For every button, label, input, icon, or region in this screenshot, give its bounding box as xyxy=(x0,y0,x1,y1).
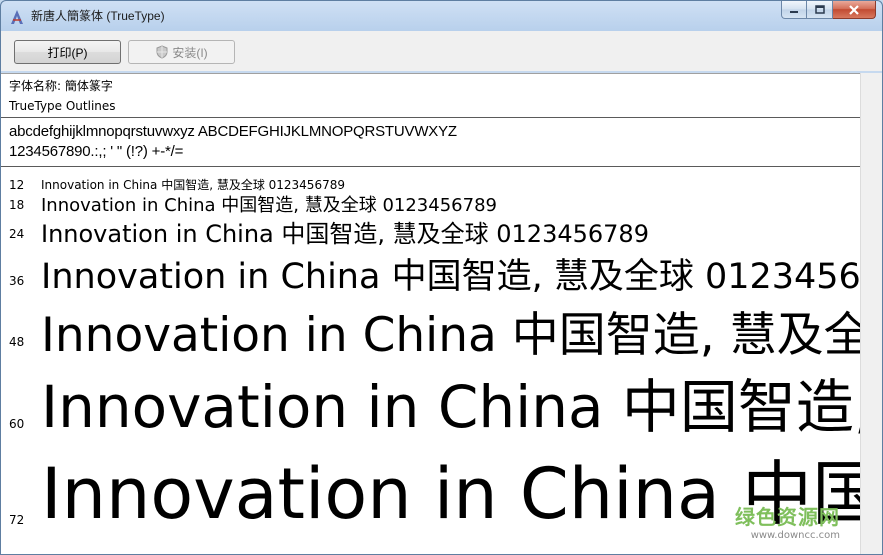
size-label: 36 xyxy=(9,274,25,288)
font-viewer-window: 新唐人簡篆体 (TrueType) 打印(P) 安装(I) 字体名称: 簡体篆字… xyxy=(0,0,883,555)
sample-row-36: 36 Innovation in China 中国智造, 慧及全球 012345… xyxy=(1,248,860,298)
sample-text: Innovation in China 中国智造, 慧及全球 012345678… xyxy=(41,195,497,216)
sample-row-18: 18 Innovation in China 中国智造, 慧及全球 012345… xyxy=(1,190,860,216)
watermark: 绿色资源网 www.downcc.com xyxy=(735,501,840,541)
font-name-line: 字体名称: 簡体篆字 xyxy=(9,79,113,93)
minimize-button[interactable] xyxy=(781,1,807,19)
close-icon xyxy=(849,4,859,15)
sample-text: Innovation in China 中国智造, 慧及全球 012345678… xyxy=(41,373,860,440)
sample-row-24: 24 Innovation in China 中国智造, 慧及全球 012345… xyxy=(1,214,860,248)
window-title: 新唐人簡篆体 (TrueType) xyxy=(31,9,165,23)
size-label: 60 xyxy=(9,417,25,431)
sample-row-72: 72 Innovation in China 中国智造, 慧及全球 012345… xyxy=(1,438,860,554)
font-info: 字体名称: 簡体篆字 TrueType Outlines xyxy=(9,76,116,116)
print-button-label: 打印(P) xyxy=(47,45,88,60)
sample-row-60: 60 Innovation in China 中国智造, 慧及全球 012345… xyxy=(1,360,860,440)
charset-letters: abcdefghijklmnopqrstuvwxyz ABCDEFGHIJKLM… xyxy=(9,123,457,140)
vertical-scrollbar[interactable] xyxy=(860,73,882,554)
maximize-button[interactable] xyxy=(807,1,833,19)
font-app-icon xyxy=(11,10,23,24)
character-set-preview: abcdefghijklmnopqrstuvwxyz ABCDEFGHIJKLM… xyxy=(9,122,457,162)
size-label: 48 xyxy=(9,335,25,349)
minimize-icon xyxy=(790,10,798,13)
font-type-line: TrueType Outlines xyxy=(9,99,116,113)
size-label: 24 xyxy=(9,227,25,241)
shield-icon xyxy=(156,45,168,59)
font-preview-area: 字体名称: 簡体篆字 TrueType Outlines abcdefghijk… xyxy=(1,73,860,554)
size-label: 72 xyxy=(9,513,25,527)
install-button-label: 安装(I) xyxy=(172,45,208,60)
divider xyxy=(1,166,860,167)
title-bar[interactable]: 新唐人簡篆体 (TrueType) xyxy=(1,1,882,31)
sample-text: Innovation in China 中国智造, 慧及全球 012345678… xyxy=(41,220,649,248)
watermark-logo-text: 绿色资源网 xyxy=(735,505,840,529)
divider xyxy=(1,117,860,118)
caption-buttons xyxy=(781,1,876,21)
size-label: 18 xyxy=(9,198,25,212)
toolbar: 打印(P) 安装(I) xyxy=(1,31,882,71)
print-button[interactable]: 打印(P) xyxy=(14,40,121,64)
install-button[interactable]: 安装(I) xyxy=(128,40,235,64)
sample-row-48: 48 Innovation in China 中国智造, 慧及全球 012345… xyxy=(1,296,860,362)
sample-text: Innovation in China 中国智造, 慧及全球 012345678… xyxy=(41,257,860,297)
maximize-icon xyxy=(814,5,825,14)
close-button[interactable] xyxy=(833,1,876,19)
charset-digits-symbols: 1234567890.:,; ' " (!?) +-*/= xyxy=(9,143,184,160)
sample-text: Innovation in China 中国智造, 慧及全球 012345678… xyxy=(41,308,860,362)
watermark-url: www.downcc.com xyxy=(750,530,840,541)
